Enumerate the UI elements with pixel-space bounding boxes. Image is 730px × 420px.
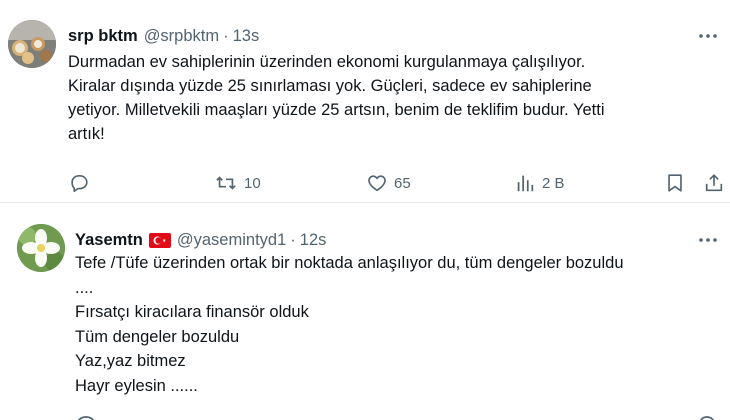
- timestamp[interactable]: 13s: [233, 27, 260, 46]
- views-button[interactable]: 2 B: [514, 170, 565, 196]
- tweet-text-line: Hayr eylesin ......: [75, 376, 198, 395]
- bookmark-button[interactable]: [664, 170, 686, 196]
- views-icon: [517, 175, 534, 192]
- avatar-image: [8, 20, 56, 68]
- tweet-text-line: Tüm dengeler bozuldu: [75, 327, 240, 346]
- tweet-actions: 10 65 2 B: [0, 170, 730, 196]
- bookmark-icon: [668, 174, 682, 192]
- tweet-header: srp bktm @srpbktm · 13s: [68, 24, 259, 48]
- retweet-button[interactable]: 10: [214, 170, 261, 196]
- display-name[interactable]: Yasemtn: [75, 231, 143, 250]
- avatar-image: [17, 224, 65, 272]
- tweet-actions-partial: [0, 410, 730, 420]
- tweet-text-line: Kiralar dışında yüzde 25 sınırlaması yok…: [68, 77, 592, 95]
- retweet-icon: [216, 176, 236, 190]
- share-icon: [705, 174, 723, 192]
- retweet-count: 10: [244, 174, 261, 192]
- tweet-text-line: artık!: [68, 125, 105, 143]
- reply-button[interactable]: [68, 170, 90, 196]
- like-count: 65: [394, 174, 411, 192]
- tweet-text-line: Tefe /Tüfe üzerinden ortak bir noktada a…: [75, 254, 624, 272]
- avatar[interactable]: [17, 224, 65, 272]
- turkey-flag-icon: [148, 232, 171, 248]
- tweet-text: Tefe /Tüfe üzerinden ortak bir noktada a…: [75, 251, 720, 398]
- tweet-text-line: ....: [75, 278, 94, 297]
- tweet-header: Yasemtn @yasemintyd1 · 12s: [75, 228, 326, 252]
- share-button[interactable]: [703, 170, 725, 196]
- display-name[interactable]: srp bktm: [68, 27, 138, 46]
- separator-dot: ·: [223, 26, 229, 45]
- tweet[interactable]: Yasemtn @yasemintyd1 · 12s Tefe /Tüfe üz…: [0, 204, 730, 420]
- views-count: 2 B: [542, 174, 565, 192]
- more-options-icon[interactable]: [696, 26, 720, 46]
- tweet[interactable]: srp bktm @srpbktm · 13s Durmadan ev sahi…: [0, 0, 730, 203]
- like-button[interactable]: 65: [366, 170, 411, 196]
- more-options-icon[interactable]: [696, 230, 720, 250]
- tweet-text: Durmadan ev sahiplerinin üzerinden ekono…: [68, 50, 713, 146]
- timestamp[interactable]: 12s: [300, 231, 327, 250]
- heart-icon: [368, 175, 386, 192]
- tweet-text-line: yetiyor. Milletvekili maaşları yüzde 25 …: [68, 101, 605, 119]
- avatar[interactable]: [8, 20, 56, 68]
- tweet-text-line: Fırsatçı kiracılara finansör olduk: [75, 303, 309, 321]
- cut-off-action-icons: [77, 416, 715, 420]
- separator-dot: ·: [290, 230, 296, 249]
- tweet-text-line: Durmadan ev sahiplerinin üzerinden ekono…: [68, 53, 586, 71]
- user-handle[interactable]: @yasemintyd1: [177, 231, 286, 250]
- tweet-text-line: Yaz,yaz bitmez: [75, 352, 186, 370]
- user-handle[interactable]: @srpbktm: [144, 27, 219, 46]
- reply-icon: [71, 175, 88, 193]
